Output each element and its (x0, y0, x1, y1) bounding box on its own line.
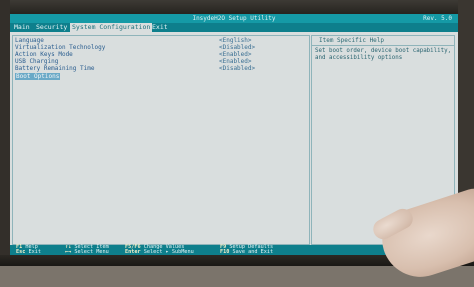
tab-system-configuration[interactable]: System Configuration (70, 23, 153, 32)
tab-security[interactable]: Security (34, 23, 69, 32)
help-title: Item Specific Help (312, 36, 454, 46)
settings-panel: Language <English> Virtualization Techno… (12, 35, 310, 245)
bios-title-bar: InsydeH2O Setup Utility Rev. 5.0 (10, 14, 458, 23)
setting-label: Language (15, 37, 44, 44)
tab-main[interactable]: Main (12, 23, 32, 32)
setting-label: USB Charging (15, 58, 59, 65)
monitor-bezel-left (0, 0, 10, 266)
help-text: Set boot order, device boot capability, … (315, 48, 452, 61)
boot-options-submenu[interactable]: Boot Options (15, 73, 61, 80)
setting-label: Battery Remaining Time (15, 65, 95, 72)
setting-label: Action Keys Mode (15, 51, 73, 58)
setting-value[interactable]: <Disabled> (219, 44, 255, 51)
bios-title: InsydeH2O Setup Utility (192, 15, 276, 22)
bios-revision: Rev. 5.0 (423, 15, 452, 22)
bios-menu-bar: Main Security System Configuration Exit (10, 23, 458, 32)
setting-value[interactable]: <Enabled> (219, 58, 252, 65)
setting-value[interactable]: <Enabled> (219, 51, 252, 58)
setting-label: Virtualization Technology (15, 44, 106, 51)
setting-value[interactable]: <Disabled> (219, 65, 255, 72)
setting-value[interactable]: <English> (219, 37, 252, 44)
tab-exit[interactable]: Exit (150, 23, 170, 32)
monitor-bezel-top (0, 0, 474, 14)
